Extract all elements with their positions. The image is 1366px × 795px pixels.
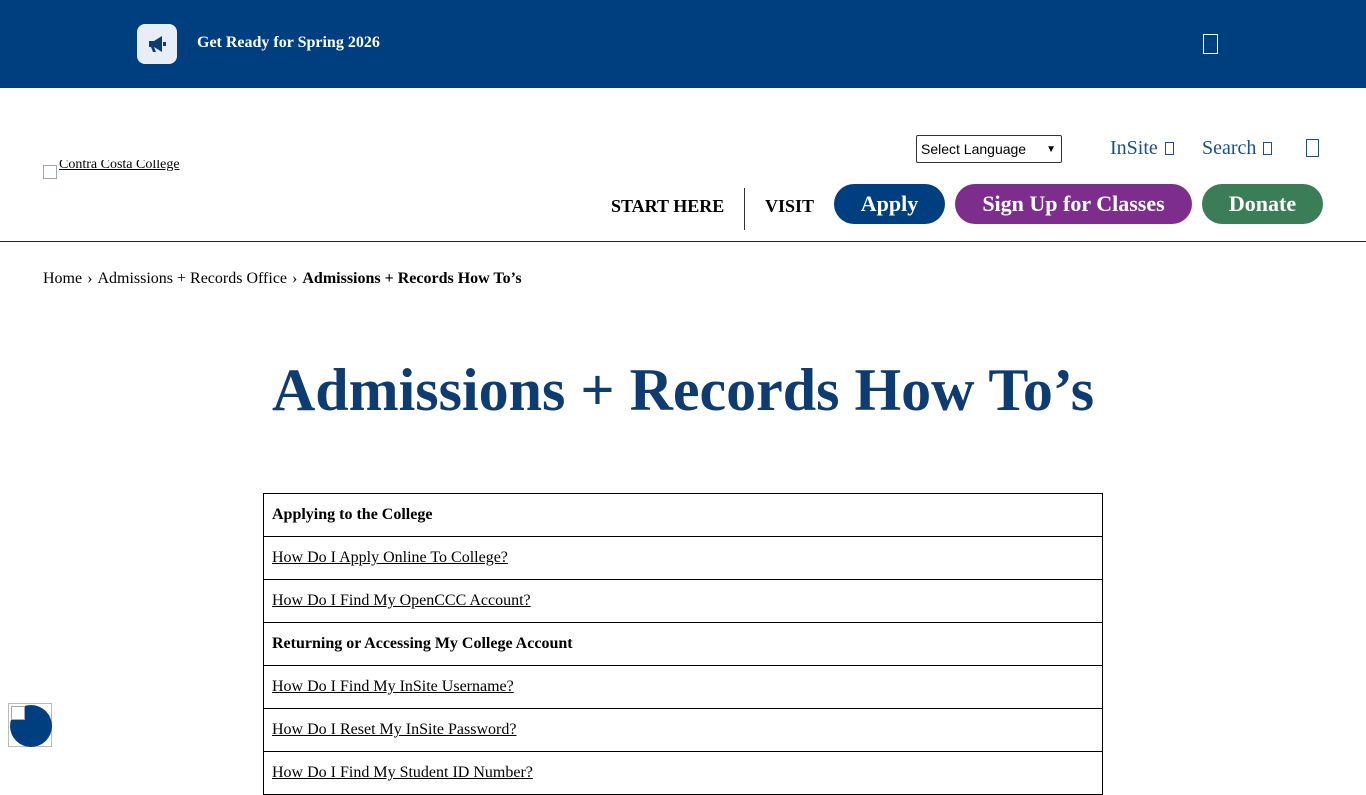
accessibility-image [11, 706, 25, 720]
how-to-link[interactable]: How Do I Find My Student ID Number? [272, 764, 533, 781]
insite-link[interactable]: InSite [1110, 137, 1174, 160]
logo-link[interactable]: Contra Costa College [43, 160, 203, 180]
how-to-table: Applying to the College How Do I Apply O… [263, 493, 1103, 795]
donate-button[interactable]: Donate [1202, 184, 1323, 224]
language-select[interactable]: Select Language ▼ [916, 135, 1062, 163]
menu-icon[interactable] [1306, 139, 1319, 157]
page-title: Admissions + Records How To’s [271, 357, 1095, 423]
breadcrumb-current: Admissions + Records How To’s [302, 270, 522, 287]
how-to-link[interactable]: How Do I Apply Online To College? [272, 549, 508, 566]
section-heading: Returning or Accessing My College Accoun… [263, 622, 1103, 666]
breadcrumb: Home › Admissions + Records Office › Adm… [43, 270, 522, 288]
table-row: How Do I Find My Student ID Number? [263, 751, 1103, 795]
table-row: Returning or Accessing My College Accoun… [263, 622, 1103, 666]
site-header: Contra Costa College Select Language ▼ I… [0, 88, 1366, 242]
table-row: How Do I Find My OpenCCC Account? [263, 579, 1103, 623]
breadcrumb-home[interactable]: Home [43, 270, 82, 288]
table-row: Applying to the College [263, 493, 1103, 537]
section-heading: Applying to the College [263, 493, 1103, 537]
alert-text[interactable]: Get Ready for Spring 2026 [197, 34, 380, 52]
table-row: How Do I Find My InSite Username? [263, 665, 1103, 709]
megaphone-icon [137, 24, 177, 64]
nav-visit[interactable]: VISIT [765, 196, 814, 217]
logo-alt-text: Contra Costa College [59, 160, 180, 172]
breadcrumb-admissions-records-office[interactable]: Admissions + Records Office [97, 270, 287, 288]
language-select-value: Select Language [921, 141, 1027, 157]
insite-label: InSite [1110, 137, 1158, 159]
search-icon [1263, 142, 1273, 155]
search-label: Search [1202, 137, 1257, 159]
table-row: How Do I Reset My InSite Password? [263, 708, 1103, 752]
apply-button[interactable]: Apply [834, 184, 945, 224]
how-to-link[interactable]: How Do I Find My OpenCCC Account? [272, 592, 531, 609]
nav-start-here[interactable]: START HERE [611, 196, 724, 217]
logo-image [43, 165, 57, 179]
accessibility-icon[interactable] [8, 703, 52, 747]
sign-up-for-classes-button[interactable]: Sign Up for Classes [955, 184, 1192, 224]
close-icon[interactable] [1203, 34, 1218, 54]
how-to-link[interactable]: How Do I Reset My InSite Password? [272, 721, 516, 738]
external-link-icon [1164, 142, 1174, 155]
alert-bar: Get Ready for Spring 2026 [0, 0, 1366, 88]
chevron-down-icon: ▼ [1046, 144, 1056, 155]
table-row: How Do I Apply Online To College? [263, 536, 1103, 580]
how-to-link[interactable]: How Do I Find My InSite Username? [272, 678, 514, 695]
search-link[interactable]: Search [1202, 137, 1273, 160]
breadcrumb-separator: › [87, 270, 93, 287]
breadcrumb-separator: › [292, 270, 298, 287]
nav-divider [744, 188, 745, 230]
